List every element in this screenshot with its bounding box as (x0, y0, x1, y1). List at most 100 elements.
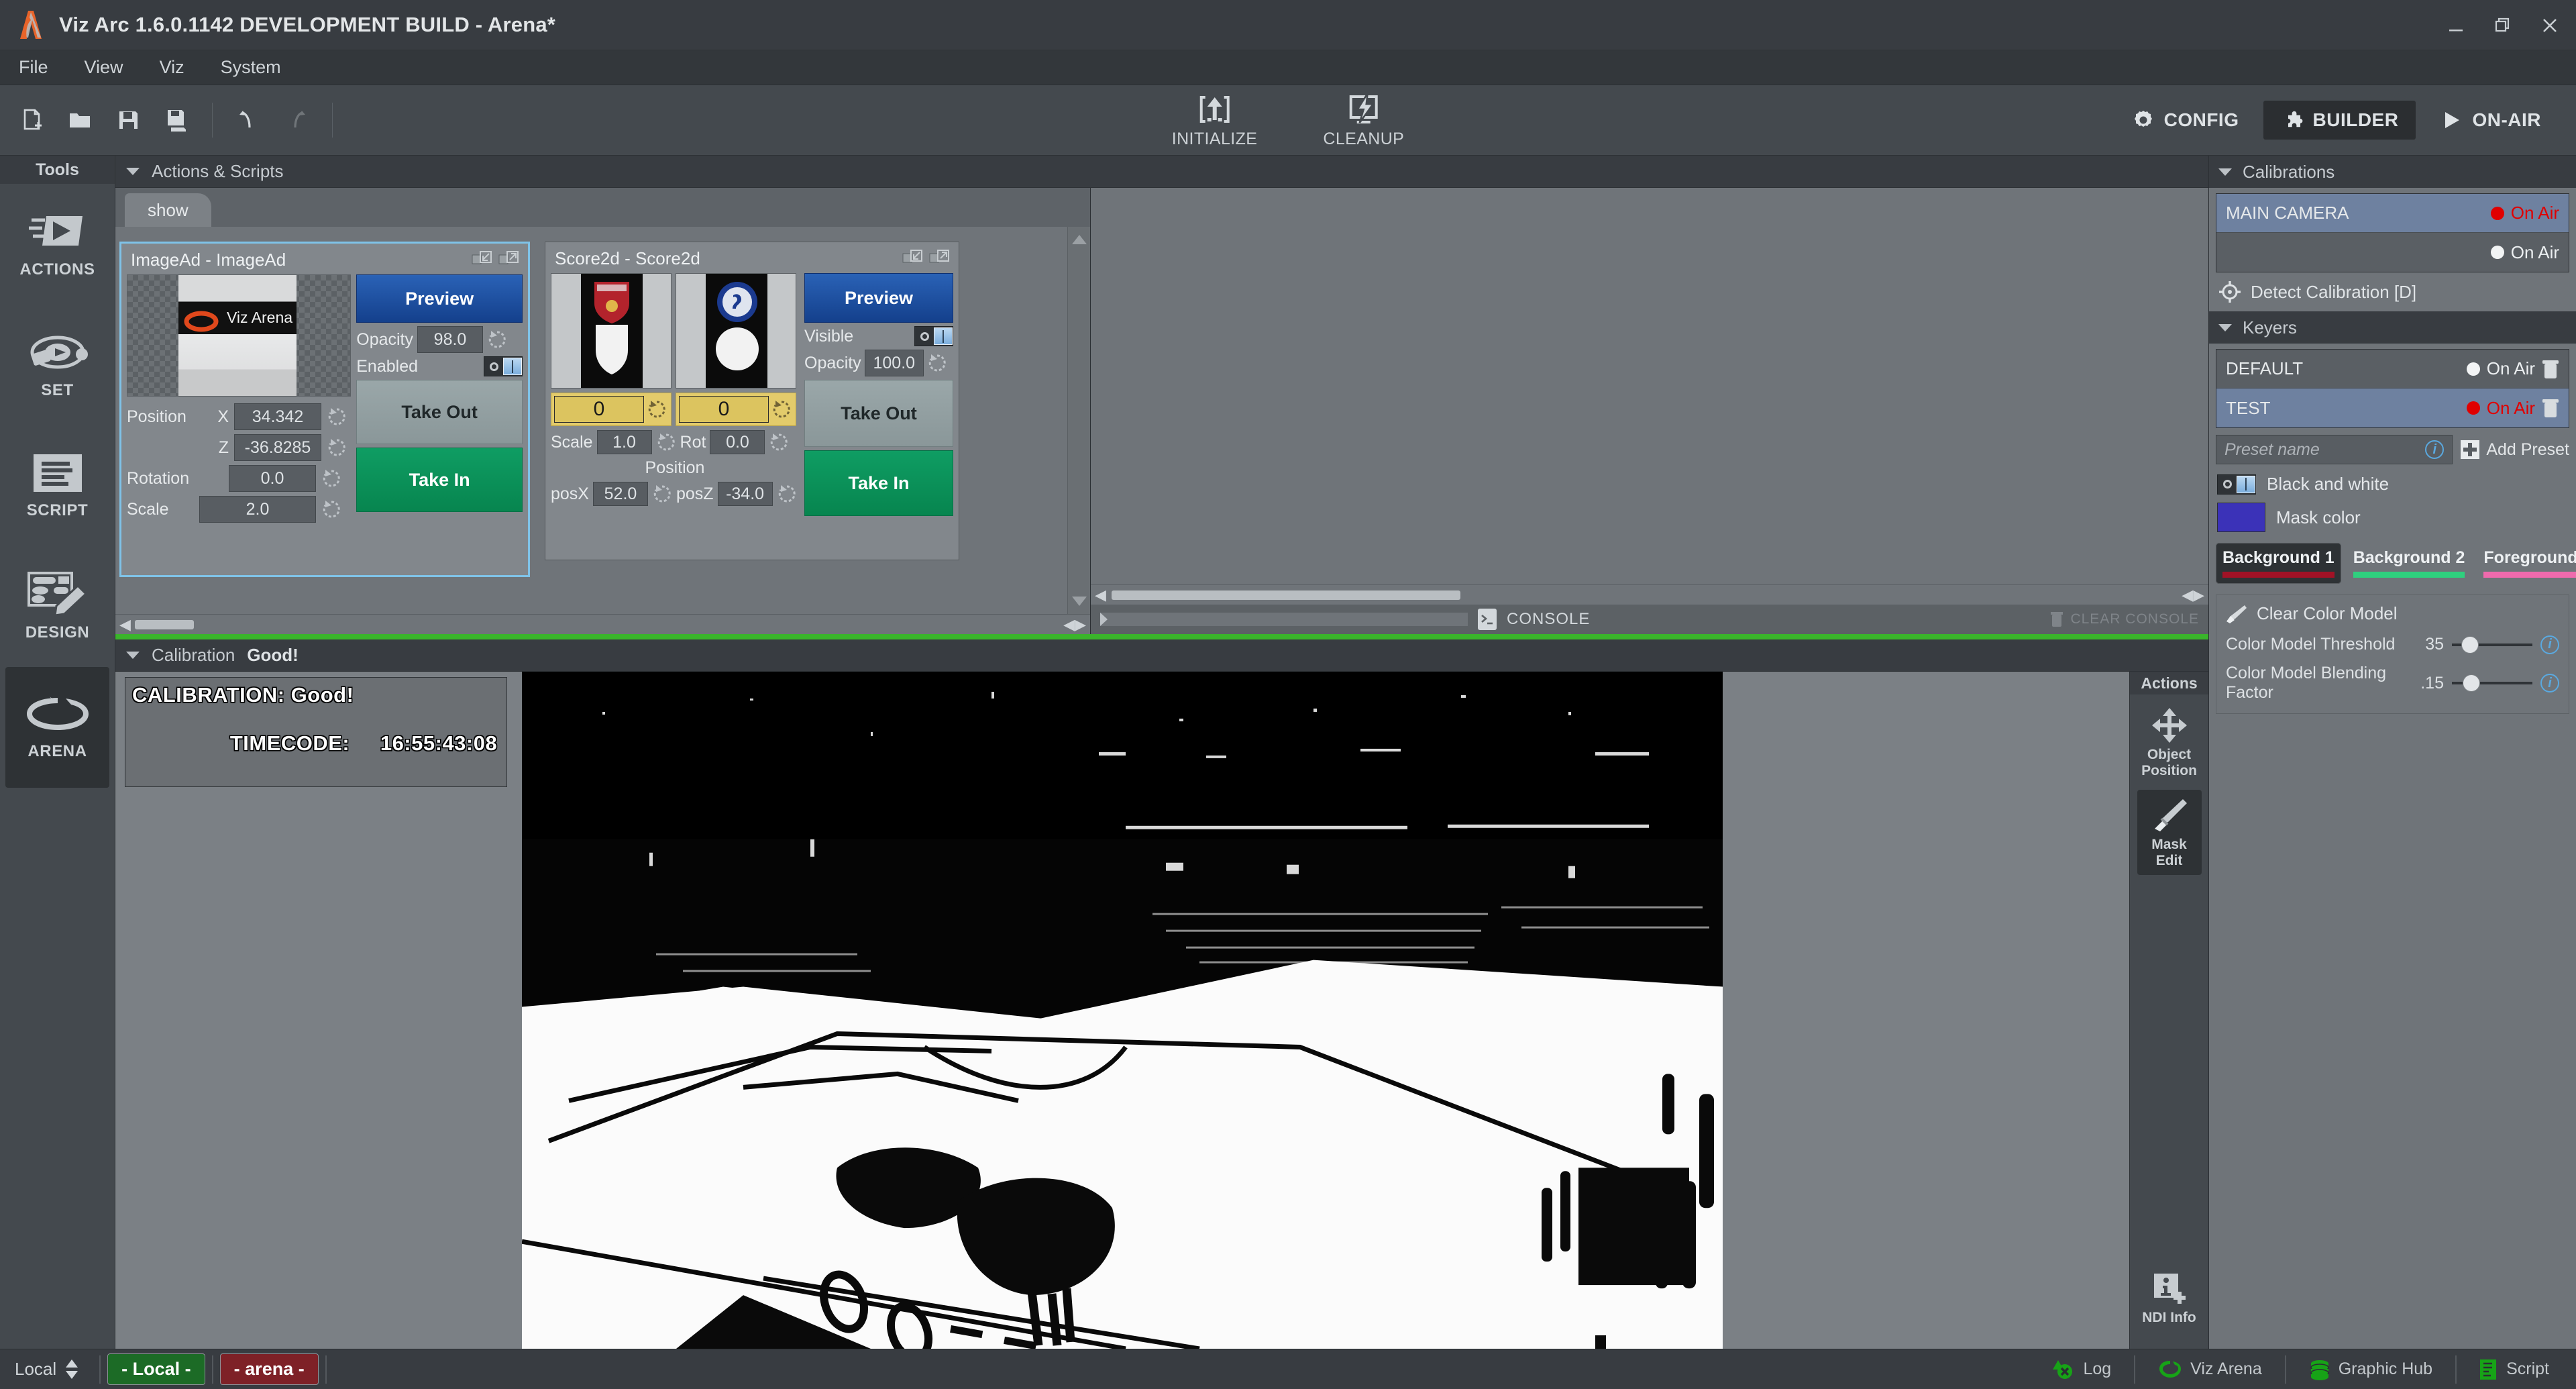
trash-icon[interactable] (2542, 359, 2559, 379)
calibration-row-main-camera[interactable]: MAIN CAMERA On Air (2216, 194, 2569, 233)
keyer-onair-badge-default[interactable]: On Air (2467, 358, 2535, 379)
scroll-left-icon-2[interactable]: ◀ (1063, 616, 1075, 633)
reset-icon[interactable] (771, 399, 792, 419)
console-bar[interactable]: CONSOLE CLEAR CONSOLE (1091, 605, 2208, 634)
menu-viz[interactable]: Viz (156, 54, 189, 81)
trash-icon[interactable] (2542, 398, 2559, 418)
console-expand-caret-icon[interactable] (1100, 613, 1468, 626)
score2d-take-in-button[interactable]: Take In (804, 450, 953, 516)
reset-icon[interactable] (656, 432, 676, 452)
keyer-row-test[interactable]: TEST On Air (2216, 389, 2569, 427)
clear-console-button[interactable]: CLEAR CONSOLE (2050, 611, 2199, 628)
reset-icon[interactable] (321, 499, 341, 519)
keyer-onair-badge-test[interactable]: On Air (2467, 398, 2535, 419)
score2d-rot-input[interactable]: 0.0 (710, 430, 765, 454)
config-button[interactable]: CONFIG (2114, 101, 2257, 140)
action-card-score2d[interactable]: Score2d - Score2d (545, 242, 959, 560)
color-model-threshold-slider[interactable] (2452, 644, 2532, 646)
preview-horizontal-scrollbar[interactable]: ◀ ◀ ▶ (1091, 584, 2208, 605)
reset-icon[interactable] (769, 432, 789, 452)
score2d-posx-input[interactable]: 52.0 (593, 482, 648, 506)
detect-calibration-button[interactable]: Detect Calibration [D] (2209, 272, 2576, 311)
scroll-right-icon[interactable]: ▶ (1075, 616, 1086, 633)
menu-system[interactable]: System (217, 54, 285, 81)
reset-icon[interactable] (487, 329, 507, 350)
status-item-script[interactable]: Script (2467, 1359, 2561, 1380)
reset-icon[interactable] (927, 353, 947, 373)
keyers-header[interactable]: Keyers (2209, 311, 2576, 344)
score2d-visible-toggle[interactable]: | (914, 326, 953, 346)
builder-button[interactable]: BUILDER (2263, 101, 2416, 140)
score2d-preview-button[interactable]: Preview (804, 273, 953, 323)
ndi-info-tool[interactable]: NDI Info (2137, 1264, 2202, 1331)
layer-tab-background-1[interactable]: Background 1 (2216, 543, 2341, 584)
score2d-take-out-button[interactable]: Take Out (804, 380, 953, 447)
collapse-caret-icon[interactable] (126, 168, 140, 175)
preview-area[interactable] (1091, 188, 2208, 584)
sidebar-item-design[interactable]: DESIGN (5, 546, 109, 667)
layer-tab-foreground-1[interactable]: Foreground 1 (2477, 543, 2576, 584)
status-tag-arena[interactable]: - arena - (220, 1353, 319, 1385)
status-local-spinner[interactable] (64, 1359, 79, 1380)
scroll-left-icon[interactable]: ◀ (119, 616, 131, 633)
cleanup-button[interactable]: CLEANUP (1313, 88, 1413, 153)
scroll-down-icon[interactable] (1071, 594, 1088, 609)
calibrations-header[interactable]: Calibrations (2209, 156, 2576, 188)
calibration-collapse-caret-icon[interactable] (126, 652, 140, 659)
video-preview-image[interactable] (522, 672, 1723, 1349)
menu-view[interactable]: View (80, 54, 127, 81)
add-preset-button[interactable]: Add Preset (2461, 440, 2569, 460)
sidebar-item-actions[interactable]: ACTIONS (5, 184, 109, 305)
reset-icon[interactable] (321, 468, 341, 488)
reset-icon[interactable] (652, 484, 672, 504)
tab-show[interactable]: show (125, 193, 211, 227)
clear-color-model-button[interactable]: Clear Color Model (2226, 603, 2559, 624)
new-document-icon[interactable] (9, 98, 54, 142)
mask-color-swatch[interactable] (2217, 503, 2265, 532)
imagead-take-out-button[interactable]: Take Out (356, 380, 523, 444)
black-and-white-toggle[interactable]: | (2217, 474, 2256, 495)
actions-horizontal-scrollbar[interactable]: ◀ ◀ ▶ (115, 614, 1090, 634)
maximize-icon[interactable] (2491, 14, 2514, 37)
reset-icon[interactable] (777, 484, 797, 504)
status-tag-local[interactable]: - Local - (107, 1353, 205, 1385)
score2d-away-thumbnail[interactable] (676, 273, 796, 389)
action-card-imagead[interactable]: ImageAd - ImageAd (119, 242, 530, 577)
menu-file[interactable]: File (15, 54, 52, 81)
reset-icon[interactable] (327, 407, 347, 427)
sidebar-item-set[interactable]: SET (5, 305, 109, 425)
info-icon[interactable]: i (2425, 440, 2444, 459)
status-item-graphic-hub[interactable]: Graphic Hub (2297, 1359, 2445, 1380)
expand-window-icon[interactable] (929, 250, 949, 268)
imagead-opacity-input[interactable]: 98.0 (417, 326, 483, 353)
imagead-thumbnail[interactable]: Viz Arena (127, 274, 351, 397)
keyers-caret-icon[interactable] (2218, 324, 2232, 331)
reset-icon[interactable] (327, 438, 347, 458)
calibration-row-empty[interactable]: On Air (2216, 233, 2569, 272)
imagead-scale-input[interactable]: 2.0 (199, 496, 316, 523)
collapse-window-icon[interactable] (472, 251, 492, 270)
imagead-take-in-button[interactable]: Take In (356, 448, 523, 512)
status-item-log[interactable]: Log (2040, 1359, 2123, 1380)
preview-scroll-left-icon[interactable]: ◀ (1095, 586, 1106, 604)
info-icon[interactable]: i (2540, 674, 2559, 692)
sidebar-item-arena[interactable]: ARENA (5, 667, 109, 788)
score2d-opacity-input[interactable]: 100.0 (865, 350, 924, 376)
keyer-row-default[interactable]: DEFAULT On Air (2216, 350, 2569, 389)
redo-icon[interactable] (274, 98, 319, 142)
preview-scroll-left-icon-2[interactable]: ◀ (2182, 586, 2193, 604)
color-model-blending-slider[interactable] (2452, 682, 2532, 684)
preview-scroll-right-icon[interactable]: ▶ (2193, 586, 2204, 604)
save-icon[interactable] (106, 98, 150, 142)
reset-icon[interactable] (647, 399, 667, 419)
score2d-scale-input[interactable]: 1.0 (597, 430, 652, 454)
layer-tab-background-2[interactable]: Background 2 (2347, 543, 2472, 584)
close-icon[interactable] (2538, 14, 2561, 37)
calibrations-caret-icon[interactable] (2218, 168, 2232, 176)
imagead-rotation-input[interactable]: 0.0 (229, 465, 316, 492)
slider-knob[interactable] (2463, 674, 2480, 692)
preview-hscroll-thumb[interactable] (1112, 590, 1460, 600)
sidebar-item-script[interactable]: SCRIPT (5, 425, 109, 546)
calibration-header[interactable]: Calibration Good! (115, 639, 2208, 672)
status-item-viz-arena[interactable]: Viz Arena (2146, 1359, 2274, 1380)
